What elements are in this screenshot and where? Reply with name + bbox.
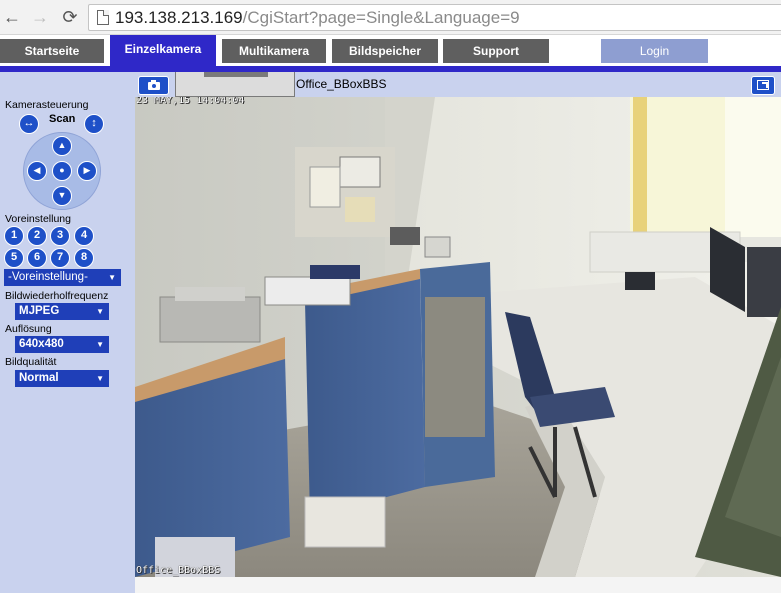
office-scene-image (135, 97, 781, 577)
preset-select[interactable]: -Voreinstellung- ▼ (4, 269, 121, 286)
chevron-down-icon: ▼ (96, 374, 104, 383)
horizontal-scan-icon[interactable]: ↔ (19, 114, 39, 134)
camera-name: Office_BBoxBBS (296, 77, 387, 91)
login-button[interactable]: Login (601, 39, 708, 63)
refresh-rate-label: Bildwiederholfrequenz (5, 290, 109, 302)
camera-control-sidebar: Kamerasteuerung ↔ Scan ↕ ▲ ◀ ● ▶ ▼ Vorei… (0, 72, 135, 593)
chevron-down-icon: ▼ (108, 273, 116, 282)
fullscreen-icon[interactable] (751, 76, 775, 95)
browser-toolbar: ← → ⟳ 193.138.213.169/CgiStart?page=Sing… (0, 0, 781, 35)
preset-button-1[interactable]: 1 (4, 226, 24, 246)
url-text[interactable]: 193.138.213.169/CgiStart?page=Single&Lan… (115, 8, 520, 28)
tab-bildspeicher[interactable]: Bildspeicher (332, 39, 438, 63)
quality-label: Bildqualität (5, 356, 57, 368)
tab-support[interactable]: Support (443, 39, 549, 63)
preset-button-6[interactable]: 6 (27, 248, 47, 268)
snapshot-camera-icon[interactable] (138, 76, 169, 95)
pan-left-icon[interactable]: ◀ (27, 161, 47, 181)
camera-header: Office_BBoxBBS (135, 72, 781, 97)
quality-select[interactable]: Normal ▼ (15, 370, 109, 387)
back-arrow-icon[interactable]: ← (2, 7, 22, 27)
page-icon (97, 10, 109, 25)
reload-icon[interactable]: ⟳ (60, 7, 80, 27)
chevron-down-icon: ▼ (96, 340, 104, 349)
preset-button-5[interactable]: 5 (4, 248, 24, 268)
address-bar[interactable]: 193.138.213.169/CgiStart?page=Single&Lan… (88, 4, 781, 31)
preset-button-3[interactable]: 3 (50, 226, 70, 246)
camera-name-overlay: Office_BBoxBBS (136, 565, 221, 576)
scan-label: Scan (49, 113, 76, 125)
tab-multikamera[interactable]: Multikamera (222, 39, 326, 63)
tab-startseite[interactable]: Startseite (0, 39, 104, 63)
home-position-icon[interactable]: ● (52, 161, 72, 181)
chevron-down-icon: ▼ (96, 307, 104, 316)
preset-button-8[interactable]: 8 (74, 248, 94, 268)
camera-control-label: Kamerasteuerung (5, 99, 89, 111)
preset-button-2[interactable]: 2 (27, 226, 47, 246)
camera-live-image[interactable]: 23 MAY,15 14:04:04 Office_BBoxBBS (135, 97, 781, 577)
ptz-control-pad: ▲ ◀ ● ▶ ▼ (23, 132, 101, 210)
preset-button-4[interactable]: 4 (74, 226, 94, 246)
forward-arrow-icon[interactable]: → (30, 7, 50, 27)
preset-label: Voreinstellung (5, 213, 71, 225)
main-menu: Startseite Einzelkamera Multikamera Bild… (0, 35, 781, 66)
tab-einzelkamera[interactable]: Einzelkamera (110, 35, 216, 66)
resolution-label: Auflösung (5, 323, 52, 335)
pan-right-icon[interactable]: ▶ (77, 161, 97, 181)
tilt-up-icon[interactable]: ▲ (52, 136, 72, 156)
timestamp-overlay: 23 MAY,15 14:04:04 (136, 97, 245, 106)
refresh-rate-select[interactable]: MJPEG ▼ (15, 303, 109, 320)
footer-bar (135, 577, 781, 593)
vertical-scan-icon[interactable]: ↕ (84, 114, 104, 134)
tilt-down-icon[interactable]: ▼ (52, 186, 72, 206)
preset-button-7[interactable]: 7 (50, 248, 70, 268)
resolution-select[interactable]: 640x480 ▼ (15, 336, 109, 353)
camera-status-box (175, 72, 295, 97)
